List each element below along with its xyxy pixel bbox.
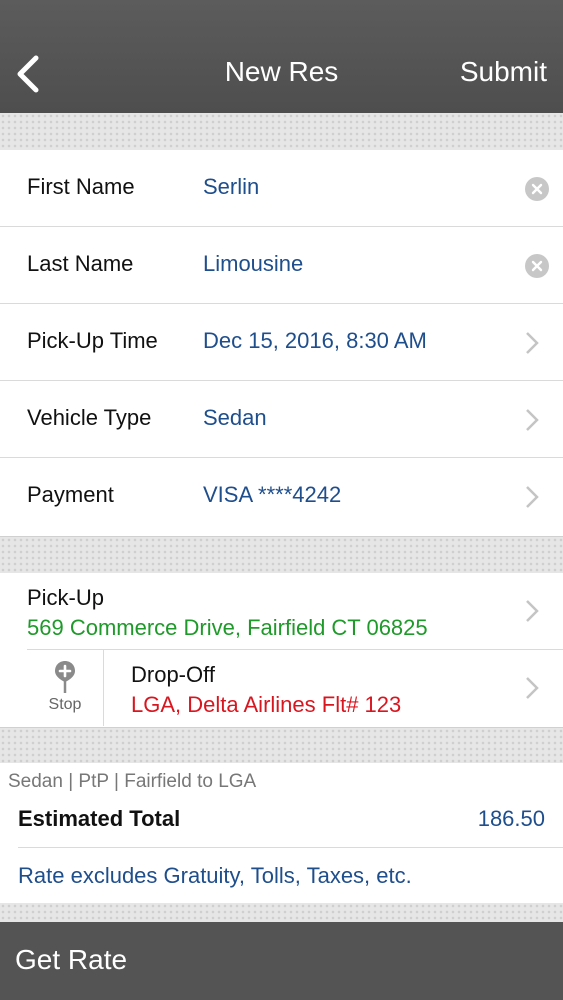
first-name-row[interactable]: First Name Serlin — [0, 150, 563, 227]
chevron-left-icon — [17, 55, 39, 93]
pickup-address: 569 Commerce Drive, Fairfield CT 06825 — [27, 615, 428, 640]
pickup-time-row[interactable]: Pick-Up Time Dec 15, 2016, 8:30 AM — [0, 304, 563, 381]
first-name-field[interactable]: Serlin — [203, 174, 259, 200]
divider — [18, 847, 563, 848]
last-name-field[interactable]: Limousine — [203, 251, 303, 277]
nav-bar: New Res Submit — [0, 0, 563, 113]
chevron-right-icon — [526, 486, 539, 508]
vehicle-type-row[interactable]: Vehicle Type Sedan — [0, 381, 563, 458]
map-pin-plus-icon — [55, 661, 75, 693]
back-button[interactable] — [10, 52, 44, 96]
dropoff-location-row[interactable]: Stop Drop-Off LGA, Delta Airlines Flt# 1… — [0, 650, 563, 727]
reservation-form: First Name Serlin Last Name Limousine Pi… — [0, 150, 563, 536]
decorative-map-band — [0, 727, 563, 763]
last-name-label: Last Name — [27, 251, 134, 276]
estimated-total-value: 186.50 — [477, 806, 545, 831]
decorative-map-band — [0, 903, 563, 922]
add-stop-button[interactable]: Stop — [27, 650, 104, 726]
clear-icon[interactable] — [525, 254, 549, 278]
submit-button[interactable]: Submit — [460, 56, 547, 88]
dropoff-address: LGA, Delta Airlines Flt# 123 — [131, 692, 402, 717]
get-rate-button[interactable]: Get Rate — [0, 922, 563, 1000]
chevron-right-icon — [526, 332, 539, 354]
first-name-label: First Name — [27, 174, 135, 199]
get-rate-label: Get Rate — [15, 944, 128, 975]
decorative-map-band — [0, 536, 563, 573]
vehicle-type-label: Vehicle Type — [27, 405, 152, 430]
chevron-right-icon — [526, 677, 539, 699]
decorative-map-band — [0, 113, 563, 150]
payment-row[interactable]: Payment VISA ****4242 — [0, 458, 563, 535]
pickup-time-label: Pick-Up Time — [27, 328, 158, 353]
pickup-time-value: Dec 15, 2016, 8:30 AM — [203, 328, 427, 353]
pickup-location-row[interactable]: Pick-Up 569 Commerce Drive, Fairfield CT… — [27, 573, 563, 650]
trip-summary-text: Sedan | PtP | Fairfield to LGA — [8, 771, 257, 792]
chevron-right-icon — [526, 600, 539, 622]
stop-label: Stop — [48, 696, 82, 713]
last-name-row[interactable]: Last Name Limousine — [0, 227, 563, 304]
payment-label: Payment — [27, 482, 114, 507]
route-section: Pick-Up 569 Commerce Drive, Fairfield CT… — [0, 573, 563, 727]
pickup-title: Pick-Up — [27, 585, 105, 610]
rate-disclaimer: Rate excludes Gratuity, Tolls, Taxes, et… — [18, 863, 412, 888]
chevron-right-icon — [526, 409, 539, 431]
rate-summary: Sedan | PtP | Fairfield to LGA Estimated… — [0, 763, 563, 903]
dropoff-title: Drop-Off — [131, 662, 215, 687]
clear-icon[interactable] — [525, 177, 549, 201]
estimated-total-label: Estimated Total — [18, 806, 181, 831]
payment-value: VISA ****4242 — [203, 482, 342, 507]
vehicle-type-value: Sedan — [203, 405, 267, 430]
